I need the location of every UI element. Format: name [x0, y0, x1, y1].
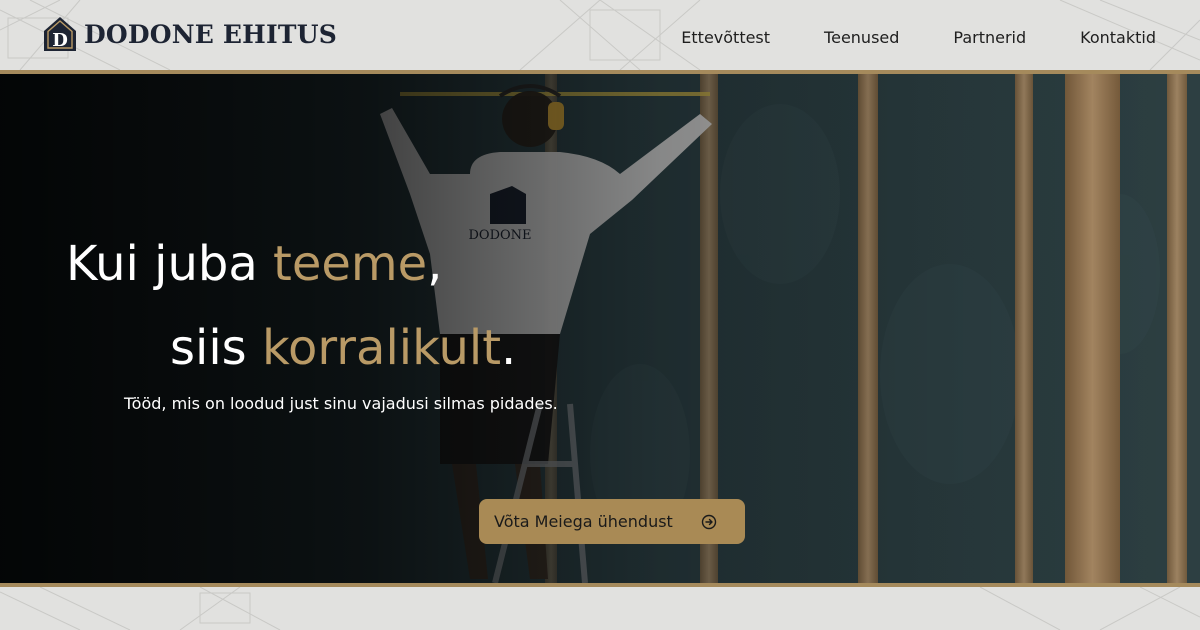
main-navigation: Ettevõttest Teenused Partnerid Kontaktid [681, 28, 1156, 47]
nav-item-partners[interactable]: Partnerid [953, 28, 1026, 47]
hero-section: DODONE Kui juba teeme, siis korralikult.… [0, 74, 1200, 583]
brand-logo[interactable]: D DODONE EHITUS [42, 14, 337, 54]
nav-item-company[interactable]: Ettevõttest [681, 28, 770, 47]
headline-line-2: siis korralikult. [0, 306, 620, 390]
site-header: D DODONE EHITUS Ettevõttest Teenused Par… [0, 0, 1200, 70]
nav-item-contacts[interactable]: Kontaktid [1080, 28, 1156, 47]
lower-pattern-band [0, 587, 1200, 630]
headline-line-1: Kui juba teeme, [0, 222, 620, 306]
headline-line-1-suffix: , [427, 236, 443, 292]
brand-name: DODONE EHITUS [84, 19, 337, 49]
headline-accent-korralikult: korralikult [261, 320, 502, 376]
headline-accent-teeme: teeme [273, 236, 428, 292]
svg-text:D: D [52, 30, 68, 51]
house-d-logo-icon: D [44, 17, 76, 51]
headline-line-2-prefix: siis [170, 320, 262, 376]
headline-line-1-prefix: Kui juba [66, 236, 273, 292]
arrow-right-circle-icon [701, 514, 717, 530]
lower-architectural-pattern [0, 587, 1200, 630]
hero-headline: Kui juba teeme, siis korralikult. [0, 222, 620, 390]
hero-subtext: Tööd, mis on loodud just sinu vajadusi s… [124, 394, 558, 413]
headline-line-2-suffix: . [501, 320, 517, 376]
contact-us-button-label: Võta Meiega ühendust [494, 512, 673, 531]
nav-item-services[interactable]: Teenused [824, 28, 899, 47]
contact-us-button[interactable]: Võta Meiega ühendust [479, 499, 745, 544]
